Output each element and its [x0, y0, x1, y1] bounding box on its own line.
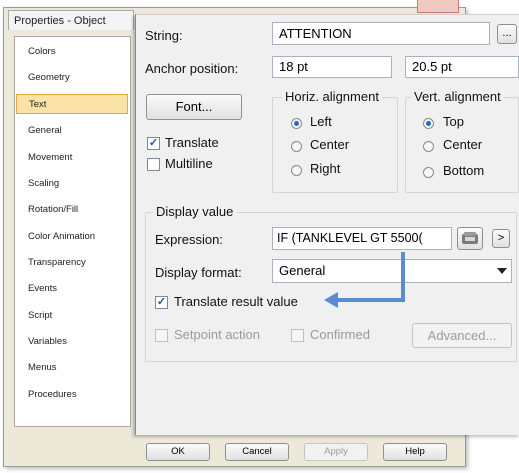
sidebar-item-movement[interactable]: Movement: [16, 148, 128, 168]
expression-input[interactable]: IF (TANKLEVEL GT 5500(: [272, 227, 452, 250]
setpoint-action-label: Setpoint action: [174, 327, 261, 342]
vert-center-label: Center: [443, 137, 483, 152]
sidebar-item-rotation-fill[interactable]: Rotation/Fill: [16, 200, 128, 220]
sidebar-item-colors[interactable]: Colors: [16, 42, 128, 62]
close-button-fragment[interactable]: [417, 0, 459, 13]
display-format-label: Display format:: [155, 265, 242, 280]
sidebar-item-variables[interactable]: Variables: [16, 332, 128, 352]
translate-label: Translate: [165, 135, 219, 150]
chevron-down-icon: [497, 268, 507, 274]
translate-result-label: Translate result value: [174, 294, 298, 309]
chevron-right-icon: >: [497, 232, 505, 244]
expression-next-button[interactable]: >: [492, 229, 510, 248]
sidebar-item-general[interactable]: General: [16, 121, 128, 141]
sidebar-item-geometry[interactable]: Geometry: [16, 68, 128, 88]
expression-label: Expression:: [155, 232, 223, 247]
string-input[interactable]: ATTENTION: [272, 22, 490, 45]
dialog-title: Properties - Object: [8, 10, 134, 30]
help-button[interactable]: Help: [383, 443, 447, 461]
anchor-position-label: Anchor position:: [145, 61, 239, 76]
confirmed-checkbox[interactable]: [291, 329, 304, 342]
vert-top-label: Top: [443, 114, 464, 129]
cancel-button[interactable]: Cancel: [225, 443, 289, 461]
annotation-arrow-icon: [324, 252, 405, 308]
setpoint-action-checkbox[interactable]: [155, 329, 168, 342]
vert-top-radio[interactable]: [423, 118, 434, 129]
sidebar-item-procedures[interactable]: Procedures: [16, 385, 128, 405]
advanced-button[interactable]: Advanced...: [412, 323, 512, 348]
sidebar-item-text[interactable]: Text: [16, 94, 128, 114]
multiline-checkbox[interactable]: [147, 158, 160, 171]
sidebar: Colors Geometry Text General Movement Sc…: [14, 36, 131, 427]
sidebar-item-color-animation[interactable]: Color Animation: [16, 227, 128, 247]
vert-alignment-title: Vert. alignment: [411, 89, 504, 104]
multiline-label: Multiline: [165, 156, 213, 171]
horiz-center-label: Center: [310, 137, 350, 152]
horiz-right-label: Right: [310, 161, 341, 176]
display-value-title: Display value: [153, 204, 237, 219]
confirmed-label: Confirmed: [310, 327, 370, 342]
apply-button[interactable]: Apply: [304, 443, 368, 461]
horiz-alignment-title: Horiz. alignment: [282, 89, 382, 104]
vert-bottom-label: Bottom: [443, 163, 485, 178]
ok-button[interactable]: OK: [146, 443, 210, 461]
translate-result-checkbox[interactable]: ✓: [155, 296, 168, 309]
string-more-button[interactable]: ...: [497, 24, 517, 44]
font-button[interactable]: Font...: [146, 94, 242, 120]
horiz-center-radio[interactable]: [291, 141, 302, 152]
anchor-x-input[interactable]: 18 pt: [272, 56, 392, 78]
string-label: String:: [145, 28, 183, 43]
vert-center-radio[interactable]: [423, 141, 434, 152]
sidebar-item-script[interactable]: Script: [16, 306, 128, 326]
variable-selector-icon: [462, 232, 478, 244]
sidebar-item-menus[interactable]: Menus: [16, 358, 128, 378]
horiz-left-radio[interactable]: [291, 118, 302, 129]
horiz-left-label: Left: [310, 114, 332, 129]
sidebar-item-transparency[interactable]: Transparency: [16, 253, 128, 273]
anchor-y-input[interactable]: 20.5 pt: [405, 56, 519, 78]
translate-checkbox[interactable]: ✓: [147, 137, 160, 150]
sidebar-item-events[interactable]: Events: [16, 279, 128, 299]
horiz-right-radio[interactable]: [291, 165, 302, 176]
sidebar-item-scaling[interactable]: Scaling: [16, 174, 128, 194]
expression-editor-button[interactable]: [457, 227, 483, 250]
vert-bottom-radio[interactable]: [423, 167, 434, 178]
